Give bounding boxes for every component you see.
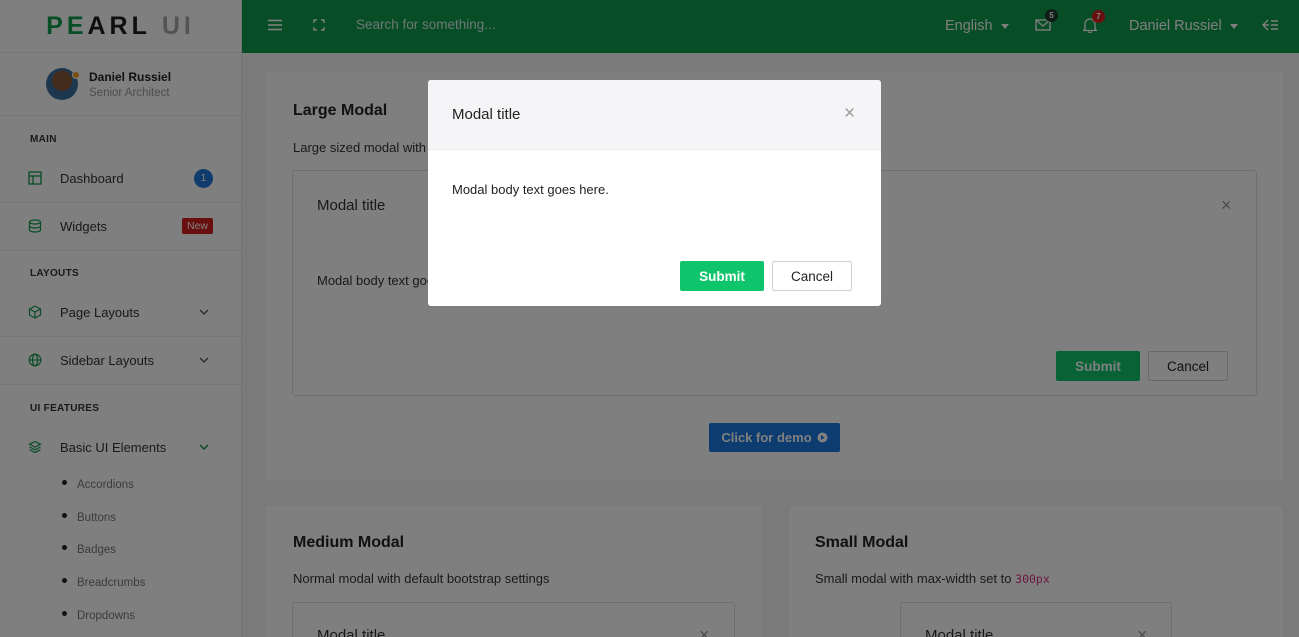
active-modal: Modal title × Modal body text goes here.… bbox=[428, 80, 881, 306]
modal-header: Modal title × bbox=[428, 80, 881, 150]
close-icon[interactable]: × bbox=[844, 104, 855, 123]
modal-title: Modal title bbox=[452, 106, 521, 123]
submit-button[interactable]: Submit bbox=[680, 261, 764, 291]
cancel-button[interactable]: Cancel bbox=[772, 261, 852, 291]
modal-body: Modal body text goes here. bbox=[452, 182, 609, 197]
